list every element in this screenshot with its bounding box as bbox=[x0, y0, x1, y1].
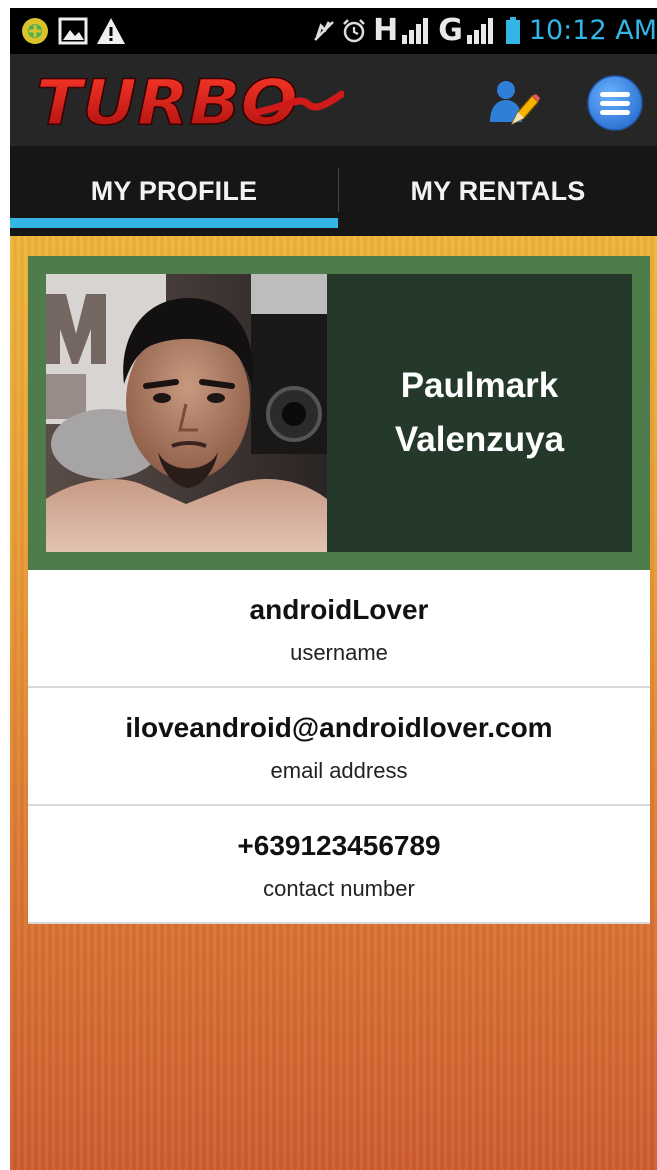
selected-tab-indicator bbox=[10, 218, 338, 228]
profile-name-panel: Paulmark Valenzuya bbox=[327, 274, 632, 552]
menu-icon[interactable] bbox=[586, 74, 644, 132]
profile-content: Paulmark Valenzuya androidLover username… bbox=[10, 236, 657, 1170]
profile-photo bbox=[46, 274, 327, 552]
turbo-logo: TURBO bbox=[35, 66, 344, 136]
profile-header-card: Paulmark Valenzuya bbox=[28, 256, 650, 570]
warning-icon bbox=[97, 18, 125, 44]
profile-first-name: Paulmark bbox=[400, 366, 559, 405]
email-row: iloveandroid@androidlover.com email addr… bbox=[28, 688, 650, 806]
profile-full-name: Paulmark Valenzuya bbox=[395, 359, 564, 467]
tab-my-rentals[interactable]: MY RENTALS bbox=[339, 146, 657, 236]
status-bar: H G 10:12 AM bbox=[10, 8, 657, 54]
battery-icon bbox=[505, 17, 520, 44]
app-notification-icon bbox=[22, 18, 48, 44]
username-value: androidLover bbox=[249, 594, 429, 625]
email-label: email address bbox=[270, 758, 408, 783]
contact-number-value: +639123456789 bbox=[237, 830, 441, 861]
tab-my-profile-label: MY PROFILE bbox=[90, 175, 258, 206]
contact-number-row: +639123456789 contact number bbox=[28, 806, 650, 924]
alarm-icon bbox=[343, 19, 365, 43]
gallery-icon bbox=[58, 17, 88, 45]
profile-last-name: Valenzuya bbox=[394, 420, 565, 459]
network-type-2-label: G bbox=[438, 13, 463, 48]
profile-info-list: androidLover username iloveandroid@andro… bbox=[28, 570, 650, 924]
tab-my-rentals-label: MY RENTALS bbox=[410, 175, 586, 206]
network-type-label: H bbox=[373, 13, 399, 48]
email-value: iloveandroid@androidlover.com bbox=[125, 712, 553, 743]
system-status-icons: H G 10:12 AM bbox=[311, 8, 657, 54]
username-label: username bbox=[290, 640, 388, 665]
edit-profile-icon[interactable] bbox=[488, 78, 540, 130]
svg-text:TURBO: TURBO bbox=[36, 66, 298, 136]
username-row: androidLover username bbox=[28, 570, 650, 688]
clock-time: 10:12 AM bbox=[528, 15, 657, 46]
mute-icon bbox=[314, 21, 334, 41]
contact-number-label: contact number bbox=[263, 876, 415, 901]
signal-2-icon bbox=[466, 18, 493, 44]
phone-screen: H G 10:12 AM TURBO MY PROFILE MY RENTALS… bbox=[10, 8, 657, 1170]
signal-1-icon bbox=[402, 18, 429, 44]
avatar bbox=[46, 274, 327, 552]
action-bar: TURBO bbox=[10, 54, 657, 146]
